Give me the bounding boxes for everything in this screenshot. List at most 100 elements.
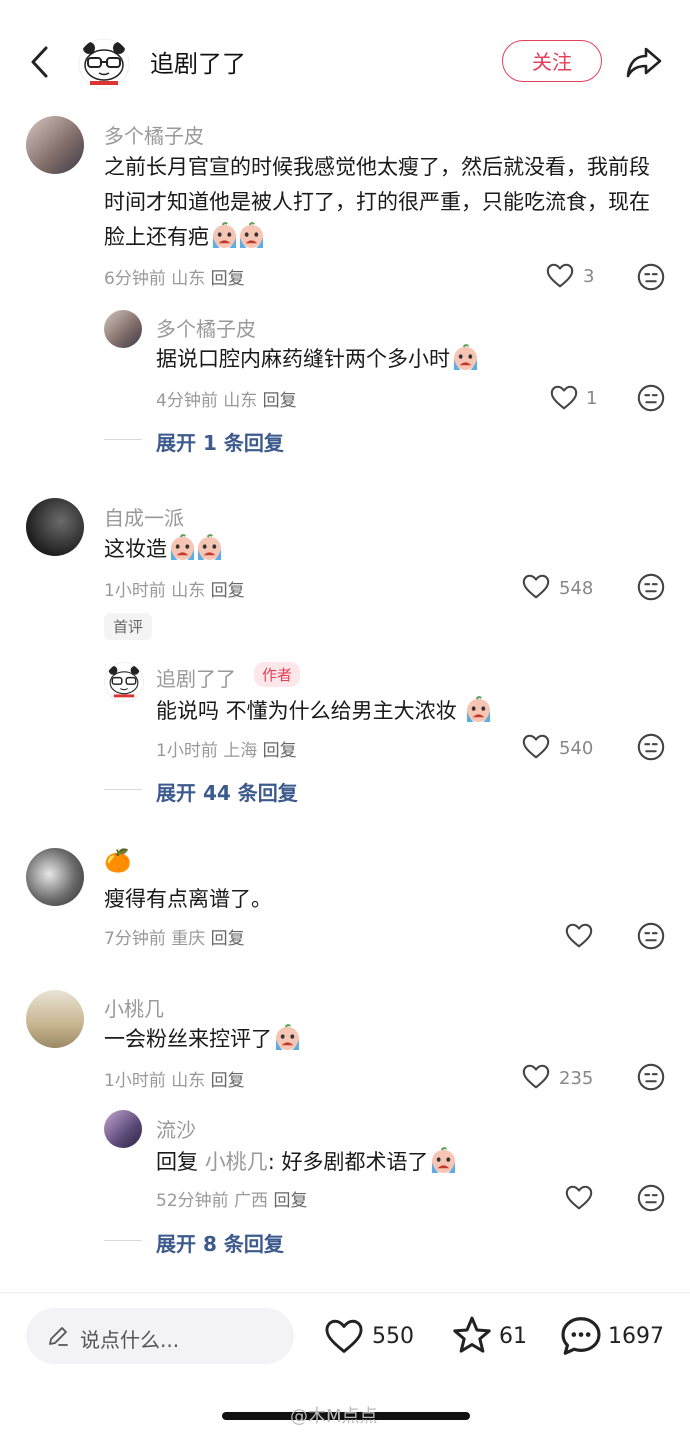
- dislike-face-icon[interactable]: [636, 572, 666, 602]
- follow-button[interactable]: 关注: [502, 40, 602, 82]
- reply-location: 上海: [223, 741, 258, 761]
- comment-text: 瘦得有点离谱了。: [104, 887, 272, 911]
- dislike-face-icon[interactable]: [636, 1062, 666, 1092]
- page-title: 追剧了了: [150, 50, 246, 78]
- reply-button[interactable]: 回复: [211, 581, 245, 601]
- dislike-face-icon[interactable]: [636, 921, 666, 951]
- reply-location: 广西: [234, 1191, 269, 1211]
- comment-author-name[interactable]: 自成一派: [104, 502, 184, 531]
- comment-author-name[interactable]: 🍊: [104, 849, 131, 874]
- comment-meta: 6分钟前 山东 回复: [104, 264, 245, 289]
- crying-emoji-icon: [169, 534, 196, 561]
- reply-text: 能说吗 不懂为什么给男主大浓妆: [156, 694, 492, 729]
- like-heart-icon[interactable]: [564, 921, 594, 951]
- reply-button[interactable]: 回复: [263, 741, 297, 761]
- post-like-count: 550: [372, 1324, 414, 1349]
- crying-emoji-icon: [238, 222, 265, 249]
- reply-meta: 52分钟前 广西 回复: [156, 1186, 307, 1211]
- crying-emoji-icon: [465, 696, 492, 723]
- reply-author-name[interactable]: 流沙: [156, 1114, 196, 1143]
- watermark: @木M点点: [290, 1406, 378, 1427]
- commenter-avatar[interactable]: [26, 848, 84, 906]
- commenter-avatar[interactable]: [26, 116, 84, 174]
- like-count: 540: [559, 738, 594, 759]
- comment-bubble-icon[interactable]: [558, 1313, 604, 1359]
- share-arrow-icon: [626, 47, 662, 78]
- crying-emoji-icon: [211, 222, 238, 249]
- like-heart-icon[interactable]: [549, 383, 579, 413]
- first-comment-badge: 首评: [104, 613, 153, 640]
- reply-text: 据说口腔内麻药缝针两个多小时: [156, 342, 479, 377]
- comment-location: 山东: [171, 269, 206, 289]
- divider: [104, 789, 142, 790]
- panda-avatar-icon: [78, 38, 130, 90]
- crying-emoji-icon: [452, 344, 479, 371]
- reply-author-name[interactable]: 多个橘子皮: [156, 313, 256, 342]
- comment-author-name[interactable]: 多个橘子皮: [104, 120, 204, 149]
- post-favorite-count: 61: [499, 1324, 527, 1349]
- panda-avatar-icon: [108, 665, 140, 698]
- quoted-username[interactable]: 小桃几: [205, 1150, 268, 1174]
- dislike-face-icon[interactable]: [636, 732, 666, 762]
- reply-button[interactable]: 回复: [211, 929, 245, 949]
- commenter-avatar[interactable]: [26, 498, 84, 556]
- comment-time: 7分钟前: [104, 929, 166, 949]
- star-icon[interactable]: [450, 1314, 494, 1358]
- comment-meta: 7分钟前 重庆 回复: [104, 924, 245, 949]
- reply-time: 52分钟前: [156, 1191, 229, 1211]
- back-button[interactable]: [22, 40, 58, 84]
- comment-time: 1小时前: [104, 1071, 166, 1091]
- comment-meta: 1小时前 山东 回复: [104, 1066, 245, 1091]
- share-button[interactable]: [622, 40, 666, 84]
- dislike-face-icon[interactable]: [636, 1183, 666, 1213]
- crying-emoji-icon: [274, 1024, 301, 1051]
- like-count: 1: [586, 388, 598, 409]
- comment-time: 6分钟前: [104, 269, 166, 289]
- author-avatar[interactable]: [78, 38, 130, 90]
- chevron-left-icon: [31, 46, 48, 78]
- reply-time: 4分钟前: [156, 391, 218, 411]
- expand-replies-link[interactable]: 展开 1 条回复: [156, 427, 284, 456]
- like-heart-icon[interactable]: [545, 261, 575, 291]
- author-badge: 作者: [254, 662, 301, 687]
- comment-text: 一会粉丝来控评了: [104, 1022, 301, 1057]
- like-count: 548: [559, 578, 594, 599]
- reply-location: 山东: [223, 391, 258, 411]
- like-heart-icon[interactable]: [521, 1062, 551, 1092]
- dislike-face-icon[interactable]: [636, 262, 666, 292]
- like-heart-icon[interactable]: [521, 572, 551, 602]
- reply-time: 1小时前: [156, 741, 218, 761]
- crying-emoji-icon: [196, 534, 223, 561]
- commenter-avatar[interactable]: [26, 990, 84, 1048]
- top-navigation-bar: 追剧了了 关注: [0, 0, 690, 120]
- divider: [104, 439, 142, 440]
- like-heart-icon[interactable]: [564, 1183, 594, 1213]
- like-heart-icon[interactable]: [521, 732, 551, 762]
- comment-location: 山东: [171, 581, 206, 601]
- post-comment-count: 1697: [608, 1324, 664, 1349]
- divider: [104, 1240, 142, 1241]
- comment-author-name[interactable]: 小桃几: [104, 993, 164, 1022]
- comment-time: 1小时前: [104, 581, 166, 601]
- reply-author-avatar[interactable]: [104, 662, 144, 702]
- crying-emoji-icon: [430, 1147, 457, 1174]
- comment-location: 山东: [171, 1071, 206, 1091]
- reply-button[interactable]: 回复: [211, 1071, 245, 1091]
- reply-author-avatar[interactable]: [104, 310, 142, 348]
- dislike-face-icon[interactable]: [636, 383, 666, 413]
- reply-meta: 4分钟前 山东 回复: [156, 386, 297, 411]
- reply-button[interactable]: 回复: [211, 269, 245, 289]
- reply-author-avatar[interactable]: [104, 1110, 142, 1148]
- expand-replies-link[interactable]: 展开 44 条回复: [156, 777, 298, 806]
- reply-button[interactable]: 回复: [263, 391, 297, 411]
- like-heart-icon[interactable]: [322, 1316, 366, 1358]
- like-count: 235: [559, 1068, 594, 1089]
- comment-meta: 1小时前 山东 回复: [104, 576, 245, 601]
- expand-replies-link[interactable]: 展开 8 条回复: [156, 1228, 284, 1257]
- comment-input-placeholder[interactable]: 说点什么...: [80, 1324, 179, 1353]
- comment-location: 重庆: [171, 929, 206, 949]
- reply-button[interactable]: 回复: [273, 1191, 307, 1211]
- reply-author-name[interactable]: 追剧了了: [156, 663, 236, 692]
- reply-meta: 1小时前 上海 回复: [156, 736, 297, 761]
- comment-text: 这妆造: [104, 532, 223, 567]
